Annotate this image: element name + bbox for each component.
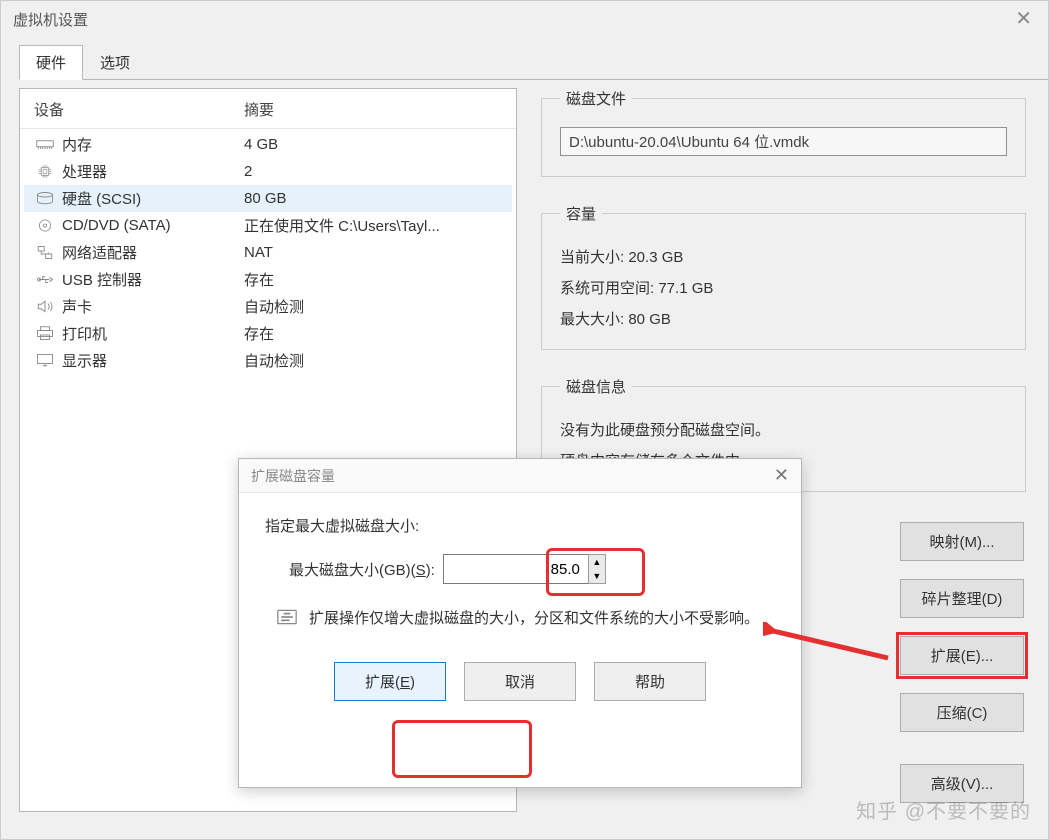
device-name: 处理器 bbox=[62, 161, 244, 182]
capacity-current-value: 20.3 GB bbox=[628, 249, 683, 266]
capacity-legend: 容量 bbox=[560, 203, 602, 224]
device-summary: 自动检测 bbox=[244, 350, 502, 371]
window-title: 虚拟机设置 bbox=[13, 9, 88, 30]
map-button[interactable]: 映射(M)... bbox=[900, 522, 1024, 561]
capacity-free: 系统可用空间: 77.1 GB bbox=[560, 277, 1007, 298]
capacity-max-label: 最大大小: bbox=[560, 311, 624, 328]
max-size-label: 最大磁盘大小(GB)(S): bbox=[289, 559, 435, 580]
device-summary: 4 GB bbox=[244, 136, 502, 153]
max-size-row: 最大磁盘大小(GB)(S): ▲ ▼ bbox=[265, 554, 775, 584]
watermark: 知乎 @不要不要的 bbox=[856, 795, 1031, 824]
device-row[interactable]: USB 控制器存在 bbox=[24, 266, 512, 293]
capacity-free-label: 系统可用空间: bbox=[560, 280, 654, 297]
device-summary: 存在 bbox=[244, 323, 502, 344]
device-name: 内存 bbox=[62, 134, 244, 155]
device-name: 网络适配器 bbox=[62, 242, 244, 263]
dialog-title: 扩展磁盘容量 bbox=[251, 466, 335, 486]
dialog-expand-button[interactable]: 扩展(E) bbox=[334, 662, 446, 701]
spinner-up-icon[interactable]: ▲ bbox=[589, 555, 605, 569]
spinner-buttons: ▲ ▼ bbox=[588, 554, 606, 584]
device-summary: NAT bbox=[244, 244, 502, 261]
annotation-arrow-icon bbox=[763, 622, 893, 680]
dialog-body: 指定最大虚拟磁盘大小: 最大磁盘大小(GB)(S): ▲ ▼ 扩展操作仅增大虚拟… bbox=[239, 493, 801, 711]
dialog-titlebar: 扩展磁盘容量 ✕ bbox=[239, 459, 801, 493]
tab-bar: 硬件 选项 bbox=[19, 45, 1048, 80]
device-summary: 80 GB bbox=[244, 190, 502, 207]
device-row[interactable]: 内存4 GB bbox=[24, 131, 512, 158]
device-name: 打印机 bbox=[62, 323, 244, 344]
device-row[interactable]: CD/DVD (SATA)正在使用文件 C:\Users\Tayl... bbox=[24, 212, 512, 239]
disk-icon bbox=[34, 190, 56, 208]
dialog-instruction: 指定最大虚拟磁盘大小: bbox=[265, 515, 775, 536]
defrag-button[interactable]: 碎片整理(D) bbox=[900, 579, 1024, 618]
device-row[interactable]: 声卡自动检测 bbox=[24, 293, 512, 320]
spinner-down-icon[interactable]: ▼ bbox=[589, 569, 605, 583]
dialog-close-icon[interactable]: ✕ bbox=[774, 465, 789, 486]
device-row[interactable]: 硬盘 (SCSI)80 GB bbox=[24, 185, 512, 212]
cpu-icon bbox=[34, 163, 56, 181]
titlebar: 虚拟机设置 ✕ bbox=[1, 1, 1048, 37]
dialog-note-text: 扩展操作仅增大虚拟磁盘的大小，分区和文件系统的大小不受影响。 bbox=[309, 606, 759, 632]
close-icon[interactable]: ✕ bbox=[1011, 9, 1036, 29]
disk-file-input[interactable] bbox=[560, 127, 1007, 156]
max-size-label-post: ): bbox=[426, 562, 435, 579]
max-size-input[interactable] bbox=[443, 554, 589, 584]
tab-options[interactable]: 选项 bbox=[83, 45, 147, 80]
info-icon bbox=[277, 608, 297, 626]
device-row[interactable]: 网络适配器NAT bbox=[24, 239, 512, 266]
device-list-header: 设备 摘要 bbox=[20, 89, 516, 129]
device-summary: 正在使用文件 C:\Users\Tayl... bbox=[244, 215, 502, 236]
device-row[interactable]: 打印机存在 bbox=[24, 320, 512, 347]
header-summary: 摘要 bbox=[244, 99, 502, 120]
device-name: CD/DVD (SATA) bbox=[62, 217, 244, 234]
tab-hardware[interactable]: 硬件 bbox=[19, 45, 83, 80]
disk-file-legend: 磁盘文件 bbox=[560, 88, 632, 109]
max-size-label-pre: 最大磁盘大小(GB)( bbox=[289, 562, 416, 579]
header-device: 设备 bbox=[34, 99, 244, 120]
device-name: 显示器 bbox=[62, 350, 244, 371]
dialog-cancel-button[interactable]: 取消 bbox=[464, 662, 576, 701]
device-summary: 存在 bbox=[244, 269, 502, 290]
cd-icon bbox=[34, 217, 56, 235]
dialog-expand-key: E bbox=[400, 674, 410, 691]
printer-icon bbox=[34, 325, 56, 343]
capacity-free-value: 77.1 GB bbox=[658, 280, 713, 297]
dialog-buttons: 扩展(E) 取消 帮助 bbox=[265, 662, 775, 701]
sound-icon bbox=[34, 298, 56, 316]
max-size-label-key: S bbox=[416, 562, 426, 579]
expand-button[interactable]: 扩展(E)... bbox=[900, 636, 1024, 675]
disk-info-legend: 磁盘信息 bbox=[560, 376, 632, 397]
dialog-note: 扩展操作仅增大虚拟磁盘的大小，分区和文件系统的大小不受影响。 bbox=[265, 606, 775, 632]
dialog-help-button[interactable]: 帮助 bbox=[594, 662, 706, 701]
capacity-max: 最大大小: 80 GB bbox=[560, 308, 1007, 329]
capacity-group: 容量 当前大小: 20.3 GB 系统可用空间: 77.1 GB 最大大小: 8… bbox=[541, 203, 1026, 350]
compress-button[interactable]: 压缩(C) bbox=[900, 693, 1024, 732]
disk-info-line1: 没有为此硬盘预分配磁盘空间。 bbox=[560, 419, 1007, 440]
usb-icon bbox=[34, 271, 56, 289]
device-row[interactable]: 处理器2 bbox=[24, 158, 512, 185]
device-list: 内存4 GB处理器2硬盘 (SCSI)80 GBCD/DVD (SATA)正在使… bbox=[20, 129, 516, 376]
capacity-current: 当前大小: 20.3 GB bbox=[560, 246, 1007, 267]
capacity-current-label: 当前大小: bbox=[560, 249, 624, 266]
memory-icon bbox=[34, 136, 56, 154]
expand-disk-dialog: 扩展磁盘容量 ✕ 指定最大虚拟磁盘大小: 最大磁盘大小(GB)(S): ▲ ▼ … bbox=[238, 458, 802, 788]
device-summary: 2 bbox=[244, 163, 502, 180]
display-icon bbox=[34, 352, 56, 370]
disk-file-group: 磁盘文件 bbox=[541, 88, 1026, 177]
device-name: 硬盘 (SCSI) bbox=[62, 188, 244, 209]
max-size-spinner: ▲ ▼ bbox=[443, 554, 606, 584]
device-summary: 自动检测 bbox=[244, 296, 502, 317]
device-name: 声卡 bbox=[62, 296, 244, 317]
device-name: USB 控制器 bbox=[62, 269, 244, 290]
net-icon bbox=[34, 244, 56, 262]
disk-utilities: 映射(M)... 碎片整理(D) 扩展(E)... 压缩(C) 高级(V)... bbox=[900, 522, 1024, 803]
device-row[interactable]: 显示器自动检测 bbox=[24, 347, 512, 374]
capacity-max-value: 80 GB bbox=[628, 311, 671, 328]
